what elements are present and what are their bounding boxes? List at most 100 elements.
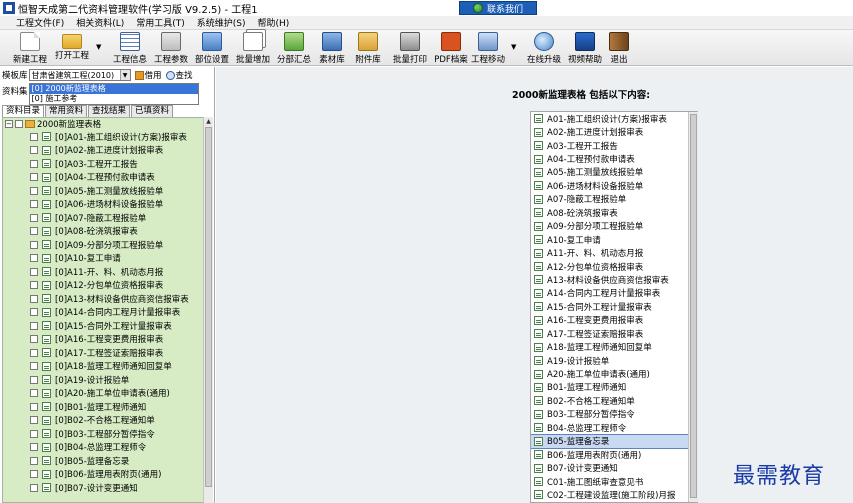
project-move-dropdown-icon[interactable]: ▼	[511, 43, 516, 51]
new-project-button[interactable]: 新建工程	[12, 32, 48, 65]
tree-item-checkbox[interactable]	[30, 389, 38, 398]
batch-print-button[interactable]: 批量打印	[392, 32, 428, 65]
section-settings-button[interactable]: 部位设置	[194, 32, 230, 65]
project-info-button[interactable]: 工程信息	[112, 32, 148, 65]
tree-item[interactable]: [0]A06-进场材料设备报验单	[3, 198, 203, 212]
menu-project-file[interactable]: 工程文件(F)	[16, 16, 64, 29]
tree-item[interactable]: [0]A02-施工进度计划报审表	[3, 144, 203, 158]
search-button[interactable]: 查找	[165, 69, 193, 81]
tree-root-checkbox[interactable]	[15, 120, 23, 128]
tree-item[interactable]: [0]B06-监理用表附页(通用)	[3, 468, 203, 482]
open-project-button[interactable]: 打开工程	[54, 32, 90, 61]
menu-help[interactable]: 帮助(H)	[258, 16, 290, 29]
tree-item[interactable]: [0]A12-分包单位资格报审表	[3, 279, 203, 293]
online-upgrade-button[interactable]: 在线升级	[526, 32, 562, 65]
content-scrollbar[interactable]	[688, 112, 698, 502]
tree-root[interactable]: − 2000新监理表格	[3, 118, 203, 130]
tree-item-checkbox[interactable]	[30, 281, 38, 290]
pdf-archive-button[interactable]: PDF档案	[433, 32, 469, 65]
tree-item-checkbox[interactable]	[30, 470, 38, 479]
tree-item-checkbox[interactable]	[30, 146, 38, 155]
tree-item-checkbox[interactable]	[30, 416, 38, 425]
tree-item-checkbox[interactable]	[30, 200, 38, 209]
content-list-item[interactable]: A06-进场材料设备报验单	[531, 179, 697, 192]
tree-item[interactable]: [0]B03-工程部分暂停指令	[3, 427, 203, 441]
content-list-item[interactable]: A03-工程开工报告	[531, 139, 697, 152]
content-list-item[interactable]: A07-隐蔽工程报验单	[531, 193, 697, 206]
tree-item[interactable]: [0]A16-工程变更费用报审表	[3, 333, 203, 347]
batch-add-button[interactable]: 批量增加	[235, 32, 271, 65]
content-list-item[interactable]: B05-监理备忘录	[531, 433, 697, 449]
tree-item-checkbox[interactable]	[30, 132, 38, 141]
content-list-item[interactable]: A01-施工组织设计(方案)报审表	[531, 112, 697, 125]
content-list-item[interactable]: C02-工程建设监理(施工阶段)月报	[531, 488, 697, 501]
menu-related-docs[interactable]: 相关资料(L)	[76, 16, 124, 29]
content-list-item[interactable]: A02-施工进度计划报审表	[531, 125, 697, 138]
content-list-item[interactable]: A10-复工申请	[531, 233, 697, 246]
tree-item-checkbox[interactable]	[30, 402, 38, 411]
borrow-button[interactable]: 借用	[134, 69, 162, 81]
tree-item-checkbox[interactable]	[30, 213, 38, 222]
tree-item-checkbox[interactable]	[30, 362, 38, 371]
tree-item-checkbox[interactable]	[30, 294, 38, 303]
chevron-down-icon[interactable]: ▼	[119, 70, 130, 80]
tree-item-checkbox[interactable]	[30, 186, 38, 195]
content-list-item[interactable]: A16-工程变更费用报审表	[531, 314, 697, 327]
tree-item-checkbox[interactable]	[30, 483, 38, 492]
contact-us-button[interactable]: 联系我们	[459, 1, 537, 15]
tree-item[interactable]: [0]A11-开、料、机动态月报	[3, 265, 203, 279]
tree-item-checkbox[interactable]	[30, 227, 38, 236]
content-list-item[interactable]: A04-工程预付款申请表	[531, 152, 697, 165]
open-project-dropdown-icon[interactable]: ▼	[96, 43, 101, 51]
tree-item-checkbox[interactable]	[30, 443, 38, 452]
tree-item[interactable]: [0]A09-分部分项工程报验单	[3, 238, 203, 252]
exit-button[interactable]: 退出	[601, 32, 637, 65]
tab-search-results[interactable]: 查找结果	[88, 105, 131, 117]
tree-item[interactable]: [0]A17-工程签证索赔报审表	[3, 346, 203, 360]
template-select[interactable]: 甘肃省建筑工程(2010) ▼	[28, 69, 131, 81]
content-list-item[interactable]: B03-工程部分暂停指令	[531, 408, 697, 421]
tree-item-checkbox[interactable]	[30, 456, 38, 465]
content-list-item[interactable]: A15-合同外工程计量报审表	[531, 300, 697, 313]
tree-item-checkbox[interactable]	[30, 267, 38, 276]
tree-item-checkbox[interactable]	[30, 173, 38, 182]
content-list-item[interactable]: B06-监理用表附页(通用)	[531, 448, 697, 461]
collapse-icon[interactable]: −	[5, 120, 13, 128]
content-list-item[interactable]: B02-不合格工程通知单	[531, 394, 697, 407]
tree-item[interactable]: [0]A04-工程预付款申请表	[3, 171, 203, 185]
tree-item[interactable]: [0]A08-砼浇筑报审表	[3, 225, 203, 239]
content-list-item[interactable]: A20-施工单位申请表(通用)	[531, 367, 697, 380]
menu-tools[interactable]: 常用工具(T)	[136, 16, 185, 29]
tree-item-checkbox[interactable]	[30, 159, 38, 168]
tree-item[interactable]: [0]B02-不合格工程通知单	[3, 414, 203, 428]
tree-item[interactable]: [0]B07-设计变更通知	[3, 481, 203, 495]
tab-catalog[interactable]: 资料目录	[2, 105, 45, 117]
content-list-item[interactable]: A11-开、料、机动态月报	[531, 246, 697, 259]
tree-item[interactable]: [0]A13-材料设备供应商资信报审表	[3, 292, 203, 306]
tree-item-checkbox[interactable]	[30, 254, 38, 263]
content-list-item[interactable]: B07-设计变更通知	[531, 461, 697, 474]
material-library-button[interactable]: 素材库	[314, 32, 350, 65]
tree-item[interactable]: [0]A18-监理工程师通知回复单	[3, 360, 203, 374]
dataset-item[interactable]: [0] 2000新监理表格	[29, 84, 198, 94]
tree-item-checkbox[interactable]	[30, 429, 38, 438]
tree-item-checkbox[interactable]	[30, 240, 38, 249]
tree-item-checkbox[interactable]	[30, 375, 38, 384]
dataset-list[interactable]: [0] 2000新监理表格 [0] 施工参考	[28, 83, 199, 105]
tree-item[interactable]: [0]A07-隐蔽工程报验单	[3, 211, 203, 225]
content-list-item[interactable]: A12-分包单位资格报审表	[531, 260, 697, 273]
tree-item[interactable]: [0]A19-设计报验单	[3, 373, 203, 387]
content-list-item[interactable]: C01-施工图纸审查意见书	[531, 475, 697, 488]
tree-item-checkbox[interactable]	[30, 335, 38, 344]
tree-item[interactable]: [0]A03-工程开工报告	[3, 157, 203, 171]
tree-item[interactable]: [0]B01-监理工程师通知	[3, 400, 203, 414]
tree-scrollbar[interactable]: ▲	[203, 117, 213, 503]
content-list-item[interactable]: B04-总监理工程师令	[531, 421, 697, 434]
tree-item[interactable]: [0]A05-施工测量放线报验单	[3, 184, 203, 198]
content-list-item[interactable]: A17-工程签证索赔报审表	[531, 327, 697, 340]
tab-filled[interactable]: 已填资料	[131, 105, 174, 117]
tree-item[interactable]: [0]B04-总监理工程师令	[3, 441, 203, 455]
tree-item-checkbox[interactable]	[30, 321, 38, 330]
content-list-item[interactable]: A09-分部分项工程报验单	[531, 220, 697, 233]
tree-item[interactable]: [0]A10-复工申请	[3, 252, 203, 266]
